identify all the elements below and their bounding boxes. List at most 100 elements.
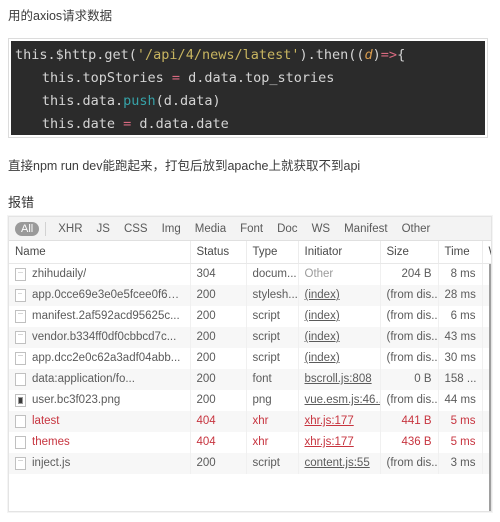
- request-name: data:application/fo...: [32, 373, 135, 385]
- cell-initiator: (index): [298, 326, 381, 348]
- code-snippet-panel: this.$http.get('/api/4/news/latest').the…: [8, 38, 488, 138]
- network-filter-doc[interactable]: Doc: [270, 222, 304, 236]
- initiator-link[interactable]: (index): [305, 352, 340, 364]
- table-row[interactable]: app.dcc2e0c62a3adf04abb... 200 script (inde…: [9, 347, 491, 369]
- cell-status: 200: [190, 389, 247, 411]
- code-operator-token: =: [123, 116, 132, 132]
- initiator-link[interactable]: (index): [305, 331, 340, 343]
- cell-status: 200: [190, 305, 247, 327]
- cell-name: manifest.2af592acd95625c...: [9, 305, 191, 327]
- initiator-link[interactable]: xhr.js:177: [305, 415, 354, 427]
- cell-type: script: [246, 305, 299, 327]
- cell-initiator: content.js:55: [298, 452, 381, 474]
- network-filter-manifest[interactable]: Manifest: [337, 222, 394, 236]
- cell-status: 200: [190, 452, 247, 474]
- cell-name: vendor.b334ff0df0cbbcd7c...: [9, 326, 191, 348]
- filter-separator: [45, 221, 47, 236]
- code-method-token: push: [123, 93, 156, 109]
- network-filter-xhr[interactable]: XHR: [51, 222, 89, 236]
- cell-name: app.0cce69e3e0e5fcee0f62...: [9, 284, 191, 306]
- code-token: {: [397, 47, 406, 63]
- network-filter-all[interactable]: All: [15, 221, 40, 236]
- request-name: zhihudaily/: [32, 268, 87, 280]
- network-filter-other[interactable]: Other: [395, 222, 438, 236]
- code-token: this.data.: [41, 93, 124, 109]
- request-name: app.0cce69e3e0e5fcee0f62...: [32, 289, 184, 301]
- request-name: vendor.b334ff0df0cbbcd7c...: [32, 331, 177, 343]
- cell-initiator: Other: [298, 263, 381, 285]
- code-token: ): [372, 47, 381, 63]
- cell-name: latest: [9, 410, 191, 432]
- network-table: NameStatusTypeInitiatorSizeTimeW: [9, 241, 491, 264]
- cell-initiator: (index): [298, 347, 381, 369]
- table-row[interactable]: manifest.2af592acd95625c... 200 script (ind…: [9, 305, 491, 327]
- cell-type: xhr: [246, 431, 299, 453]
- initiator-link[interactable]: xhr.js:177: [305, 436, 354, 448]
- page-root: 用的axios请求数据 this.$http.get('/api/4/news/…: [0, 0, 500, 522]
- cell-size: 436 B: [380, 431, 439, 453]
- cell-initiator: vue.esm.js:46...: [298, 389, 381, 411]
- table-row[interactable]: app.0cce69e3e0e5fcee0f62... 200 stylesh...…: [9, 284, 491, 306]
- cell-type: script: [246, 452, 299, 474]
- cell-size: 441 B: [380, 410, 439, 432]
- cell-time: 5 ms: [438, 431, 483, 453]
- initiator-link[interactable]: bscroll.js:808: [305, 373, 372, 385]
- cell-size: 0 B: [380, 368, 439, 390]
- initiator-link[interactable]: content.js:55: [305, 457, 370, 469]
- code-token: d.data.date: [131, 116, 229, 132]
- network-filter-font[interactable]: Font: [233, 222, 270, 236]
- cell-type: png: [246, 389, 299, 411]
- cell-time: 6 ms: [438, 305, 483, 327]
- cell-type: stylesh...: [246, 284, 299, 306]
- request-name: themes: [32, 436, 70, 448]
- table-row[interactable]: vendor.b334ff0df0cbbcd7c... 200 script (ind…: [9, 326, 491, 348]
- initiator-link[interactable]: (index): [305, 289, 340, 301]
- cell-name: inject.js: [9, 452, 191, 474]
- cell-size: (from dis...: [380, 305, 439, 327]
- column-header-time[interactable]: Time: [438, 241, 483, 264]
- cell-initiator: bscroll.js:808: [298, 368, 381, 390]
- column-header-type[interactable]: Type: [246, 241, 299, 264]
- cell-type: xhr: [246, 410, 299, 432]
- code-string-token: '/api/4/news/latest': [136, 47, 300, 63]
- network-filter-media[interactable]: Media: [188, 222, 233, 236]
- table-row[interactable]: data:application/fo... 200 font bscroll.js:…: [9, 368, 491, 390]
- network-filter-img[interactable]: Img: [155, 222, 188, 236]
- code-token: d.data.top_stories: [180, 70, 335, 86]
- table-row[interactable]: zhihudaily/304 docum... Other 204 B8 ms: [9, 263, 491, 285]
- code-token: ).then((: [299, 47, 365, 63]
- code-operator-token: =: [171, 70, 180, 86]
- table-row[interactable]: latest 404 xhr xhr.js:177 441 B5 ms: [9, 410, 491, 432]
- initiator-link[interactable]: vue.esm.js:46...: [305, 394, 380, 406]
- table-row[interactable]: inject.js 200 script content.js:55 (from dis…: [9, 452, 491, 474]
- network-table-scroll-area[interactable]: zhihudaily/304 docum... Other 204 B8 ms app.…: [9, 263, 491, 511]
- document-file-icon: [15, 267, 26, 281]
- initiator-link[interactable]: (index): [305, 310, 340, 322]
- cell-initiator: xhr.js:177: [298, 410, 381, 432]
- table-row[interactable]: user.bc3f023.png 200 png vue.esm.js:46... (f…: [9, 389, 491, 411]
- cell-initiator: xhr.js:177: [298, 431, 381, 453]
- cell-time: 30 ms: [438, 347, 483, 369]
- error-section-heading: 报错: [8, 195, 35, 210]
- cell-time: 44 ms: [438, 389, 483, 411]
- cell-type: docum...: [246, 263, 299, 285]
- waterfall-divider: [489, 263, 491, 511]
- column-header-w[interactable]: W: [482, 241, 491, 264]
- cell-initiator: (index): [298, 284, 381, 306]
- cell-status: 404: [190, 431, 247, 453]
- table-row[interactable]: themes 404 xhr xhr.js:177 436 B5 ms: [9, 431, 491, 453]
- column-header-initiator[interactable]: Initiator: [298, 241, 381, 264]
- network-filter-js[interactable]: JS: [90, 222, 117, 236]
- code-token: (d.data): [155, 93, 221, 109]
- image-file-icon: [15, 393, 26, 407]
- network-filter-css[interactable]: CSS: [117, 222, 155, 236]
- network-table-header-row: NameStatusTypeInitiatorSizeTimeW: [9, 241, 491, 264]
- column-header-size[interactable]: Size: [380, 241, 439, 264]
- network-filter-ws[interactable]: WS: [305, 222, 338, 236]
- request-name: user.bc3f023.png: [32, 394, 121, 406]
- cell-time: 43 ms: [438, 326, 483, 348]
- cell-size: (from dis...: [380, 452, 439, 474]
- column-header-name[interactable]: Name: [9, 241, 191, 264]
- initiator-text: Other: [304, 268, 334, 280]
- column-header-status[interactable]: Status: [190, 241, 247, 264]
